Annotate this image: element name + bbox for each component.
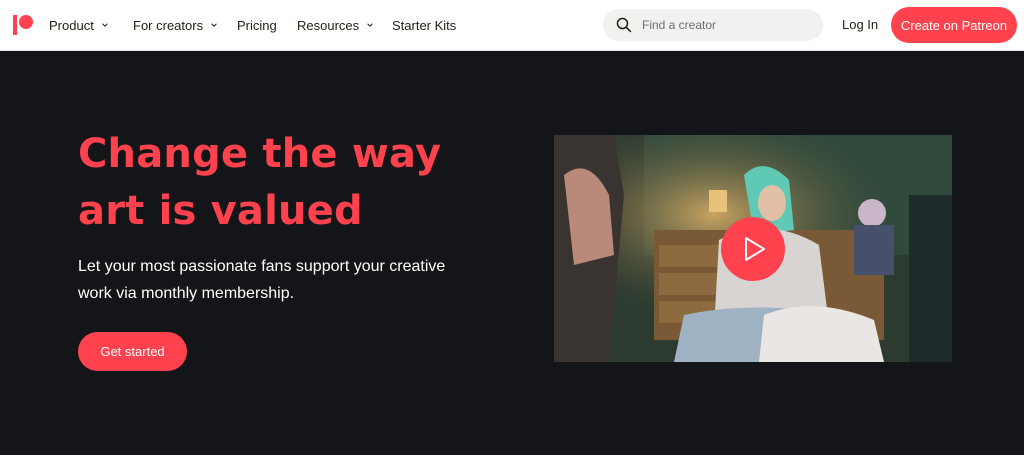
chevron-down-icon	[367, 23, 373, 27]
nav-item-label: Starter Kits	[392, 17, 457, 33]
hero-subtitle-line-2: work via monthly membership.	[78, 285, 295, 302]
logo-circle	[19, 15, 33, 29]
patreon-logo-icon[interactable]	[13, 15, 33, 35]
create-on-patreon-button[interactable]: Create on Patreon	[891, 7, 1017, 43]
play-icon	[745, 237, 765, 261]
nav-item-starter-kits[interactable]: Starter Kits	[392, 17, 456, 33]
nav-item-label: For creators	[133, 17, 204, 33]
search-bar[interactable]	[603, 9, 823, 41]
hero-headline-line-2: art is valued	[78, 188, 363, 234]
nav-item-resources[interactable]: Resources	[297, 17, 374, 33]
hero-headline: Change the way art is valued	[78, 126, 518, 240]
logo-bar	[13, 15, 17, 35]
nav-item-pricing[interactable]: Pricing	[237, 17, 277, 33]
top-nav: Product For creators Pricing Resources S…	[0, 0, 1024, 51]
nav-item-label: Pricing	[237, 17, 277, 33]
chevron-down-icon	[211, 23, 217, 27]
hero-video[interactable]	[554, 135, 952, 362]
nav-item-product[interactable]: Product	[49, 17, 109, 33]
hero-subtitle-line-1: Let your most passionate fans support yo…	[78, 258, 446, 275]
login-link[interactable]: Log In	[842, 17, 878, 32]
hero-section: Change the way art is valued Let your mo…	[0, 51, 1024, 455]
get-started-button[interactable]: Get started	[78, 332, 187, 371]
search-input[interactable]	[642, 9, 812, 41]
hero-subtitle: Let your most passionate fans support yo…	[78, 253, 478, 307]
search-icon	[616, 17, 632, 33]
chevron-down-icon	[102, 23, 108, 27]
nav-item-label: Resources	[297, 17, 360, 33]
play-button[interactable]	[721, 217, 785, 281]
hero-headline-line-1: Change the way	[78, 131, 442, 177]
nav-item-for-creators[interactable]: For creators	[133, 17, 218, 33]
nav-item-label: Product	[49, 17, 94, 33]
